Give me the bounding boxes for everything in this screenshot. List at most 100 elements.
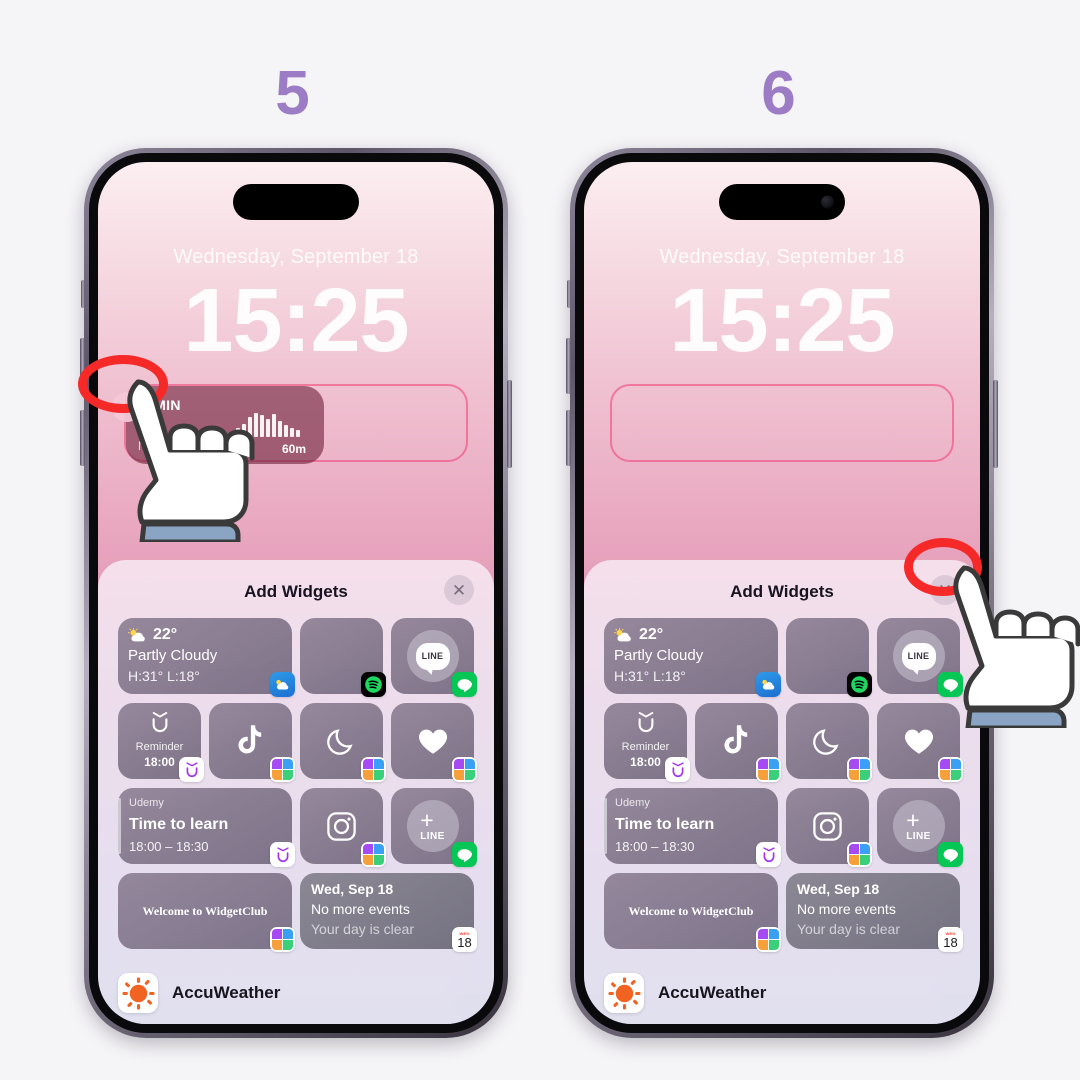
weather-temperature: 22° [639, 626, 664, 643]
widget-reminder[interactable]: Reminder 18:00 [118, 703, 204, 782]
calendar-badge: WED 18 [938, 927, 963, 952]
event-accent-bar [118, 798, 121, 854]
tiktok-icon [237, 725, 261, 754]
weather-temp-row: 22° [128, 626, 177, 644]
widget-calendar[interactable]: Wed, Sep 18 No more events Your day is c… [786, 873, 963, 952]
weather-temperature: 22° [153, 626, 178, 643]
widget-line-message[interactable]: LINE [877, 618, 963, 697]
widget-grid: 22° Partly Cloudy H:31° L:18° LINE Remin… [604, 618, 963, 952]
calendar-date: Wed, Sep 18 [797, 881, 880, 897]
reminder-title: Reminder [621, 741, 670, 753]
calendar-badge-day: 18 [457, 935, 472, 950]
welcome-text: Welcome to WidgetClub [628, 903, 754, 918]
add-widgets-sheet: Add Widgets ✕ 22° Partly Cloudy H:31° L:… [584, 560, 980, 1024]
event-title: Time to learn [615, 816, 715, 833]
widget-calendar[interactable]: Wed, Sep 18 No more events Your day is c… [300, 873, 477, 952]
step-number-6: 6 [761, 59, 795, 128]
crescent-moon-icon [326, 729, 353, 755]
sheet-footer-app[interactable]: AccuWeather [98, 962, 494, 1024]
widget-udemy-event[interactable]: Udemy Time to learn 18:00 – 18:30 [604, 788, 781, 867]
weather-high-low: H:31° L:18° [128, 668, 200, 684]
widget-welcome[interactable]: Welcome to WidgetClub [604, 873, 781, 952]
widget-line-add[interactable]: + LINE [877, 788, 963, 867]
volume-down-button[interactable] [566, 410, 571, 466]
volume-down-button[interactable] [80, 410, 85, 466]
close-icon[interactable]: ✕ [930, 575, 960, 605]
widget-moon[interactable] [300, 703, 386, 782]
widget-tiktok[interactable] [209, 703, 295, 782]
event-source: Udemy [615, 797, 650, 809]
lock-screen-widget-slot-empty[interactable] [610, 384, 954, 462]
widget-instagram[interactable] [786, 788, 872, 867]
widgetclub-badge [361, 757, 386, 782]
line-bubble-icon: LINE [415, 642, 450, 670]
power-button[interactable] [993, 380, 998, 468]
event-accent-bar [604, 798, 607, 854]
weather-temp-row: 22° [614, 626, 663, 644]
line-add-label: LINE [906, 830, 931, 842]
phone-mockup-step6: Wednesday, September 18 15:25 Add Widget… [566, 148, 998, 1038]
volume-up-button[interactable] [566, 338, 571, 394]
event-time-range: 18:00 – 18:30 [615, 839, 695, 854]
widget-line-add[interactable]: + LINE [391, 788, 477, 867]
widget-instagram[interactable] [300, 788, 386, 867]
sleep-widget-subtitle: N [138, 439, 147, 453]
silent-switch[interactable] [81, 280, 85, 308]
widget-tiktok[interactable] [695, 703, 781, 782]
accuweather-label: AccuWeather [658, 983, 767, 1002]
weather-high-low: H:31° L:18° [614, 668, 686, 684]
widget-weather[interactable]: 22° Partly Cloudy H:31° L:18° [118, 618, 295, 697]
line-bubble-icon: LINE [901, 642, 936, 670]
plus-icon: + [420, 807, 434, 834]
lock-screen-time: 15:25 [669, 271, 895, 371]
dynamic-island [233, 184, 359, 220]
volume-up-button[interactable] [80, 338, 85, 394]
weather-condition: Partly Cloudy [614, 647, 704, 664]
dynamic-island [719, 184, 845, 220]
widgetclub-badge [847, 757, 872, 782]
spotify-badge [361, 672, 386, 697]
widget-line-message[interactable]: LINE [391, 618, 477, 697]
sheet-title: Add Widgets [730, 582, 834, 601]
widget-heart[interactable] [391, 703, 477, 782]
spotify-badge [847, 672, 872, 697]
close-icon[interactable]: ✕ [444, 575, 474, 605]
widget-grid: 22° Partly Cloudy H:31° L:18° LINE Remin… [118, 618, 477, 952]
front-camera-icon [821, 195, 834, 209]
accuweather-sun-icon [604, 973, 644, 1013]
event-title: Time to learn [129, 816, 229, 833]
widget-heart[interactable] [877, 703, 963, 782]
step-number-5: 5 [275, 59, 309, 128]
widget-reminder[interactable]: Reminder 18:00 [604, 703, 690, 782]
widget-welcome[interactable]: Welcome to WidgetClub [118, 873, 295, 952]
udemy-badge [665, 757, 690, 782]
weather-condition: Partly Cloudy [128, 647, 218, 664]
weather-app-badge [756, 672, 781, 697]
heart-icon [904, 729, 933, 754]
widget-spotify[interactable] [786, 618, 872, 697]
welcome-text: Welcome to WidgetClub [142, 903, 268, 918]
widget-spotify[interactable] [300, 618, 386, 697]
udemy-badge [756, 842, 781, 867]
sheet-footer-app[interactable]: AccuWeather [584, 962, 980, 1024]
widgetclub-badge [756, 757, 781, 782]
silent-switch[interactable] [567, 280, 571, 308]
line-badge [452, 842, 477, 867]
power-button[interactable] [507, 380, 512, 468]
sleep-widget[interactable]: 33MIN N 60m [126, 386, 324, 464]
lock-screen-widget-slot[interactable]: 33MIN N 60m [112, 384, 468, 464]
remove-widget-button[interactable] [112, 392, 142, 422]
widgetclub-badge [847, 842, 872, 867]
widgetclub-badge [270, 757, 295, 782]
line-add-circle: + LINE [892, 800, 945, 852]
udemy-u-icon [636, 711, 656, 738]
widget-udemy-event[interactable]: Udemy Time to learn 18:00 – 18:30 [118, 788, 295, 867]
sleep-widget-bars [236, 411, 300, 437]
widgetclub-badge [361, 842, 386, 867]
calendar-badge-day: 18 [943, 935, 958, 950]
add-widgets-sheet: Add Widgets ✕ 22° Partly Cloudy H:31° L:… [98, 560, 494, 1024]
line-badge [452, 672, 477, 697]
widget-moon[interactable] [786, 703, 872, 782]
widget-weather[interactable]: 22° Partly Cloudy H:31° L:18° [604, 618, 781, 697]
lock-screen-time: 15:25 [183, 271, 409, 371]
